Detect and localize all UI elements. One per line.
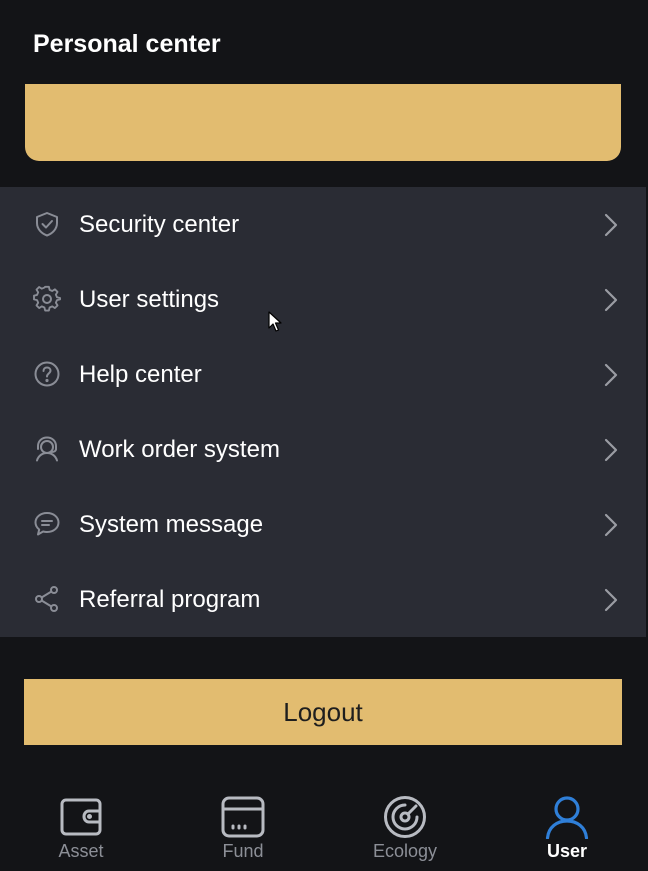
chevron-right-icon: [600, 587, 622, 613]
radar-icon: [383, 795, 427, 839]
mouse-cursor-icon: [268, 311, 282, 333]
chevron-right-icon: [600, 512, 622, 538]
settings-menu: Security center User settings Help cente…: [0, 187, 646, 637]
chevron-right-icon: [600, 362, 622, 388]
tab-asset[interactable]: Asset: [0, 780, 162, 871]
chevron-right-icon: [600, 212, 622, 238]
menu-item-label: Help center: [79, 361, 202, 388]
fund-icon: [221, 795, 265, 839]
tab-fund[interactable]: Fund: [162, 780, 324, 871]
chevron-right-icon: [600, 287, 622, 313]
share-icon: [33, 585, 61, 613]
menu-item-user-settings[interactable]: User settings: [0, 262, 646, 337]
question-circle-icon: [33, 360, 61, 388]
chevron-right-icon: [600, 437, 622, 463]
menu-item-referral-program[interactable]: Referral program: [0, 562, 646, 637]
menu-item-security-center[interactable]: Security center: [0, 187, 646, 262]
wallet-icon: [59, 795, 103, 839]
menu-item-label: Referral program: [79, 586, 261, 613]
account-banner: [25, 84, 621, 161]
logout-button[interactable]: Logout: [24, 679, 622, 745]
menu-item-work-order-system[interactable]: Work order system: [0, 412, 646, 487]
customer-service-icon: [33, 435, 61, 463]
menu-item-label: User settings: [79, 286, 220, 313]
tab-user[interactable]: User: [486, 780, 648, 871]
chat-bubble-icon: [33, 510, 61, 538]
menu-item-system-message[interactable]: System message: [0, 487, 646, 562]
tab-ecology[interactable]: Ecology: [324, 780, 486, 871]
user-icon: [545, 795, 589, 839]
gear-icon: [33, 285, 61, 313]
bottom-tab-bar: Asset Fund Ecology User: [0, 780, 648, 871]
menu-item-label: Security center: [79, 211, 240, 238]
tab-label: Ecology: [372, 841, 438, 861]
menu-item-label: Work order system: [79, 436, 280, 463]
tab-label: User: [546, 841, 588, 861]
shield-check-icon: [33, 210, 61, 238]
tab-label: Fund: [222, 841, 264, 861]
menu-item-label: System message: [79, 511, 264, 538]
header: Personal center: [0, 0, 648, 84]
page-title: Personal center: [33, 30, 221, 58]
tab-label: Asset: [58, 841, 104, 861]
menu-item-help-center[interactable]: Help center: [0, 337, 646, 412]
